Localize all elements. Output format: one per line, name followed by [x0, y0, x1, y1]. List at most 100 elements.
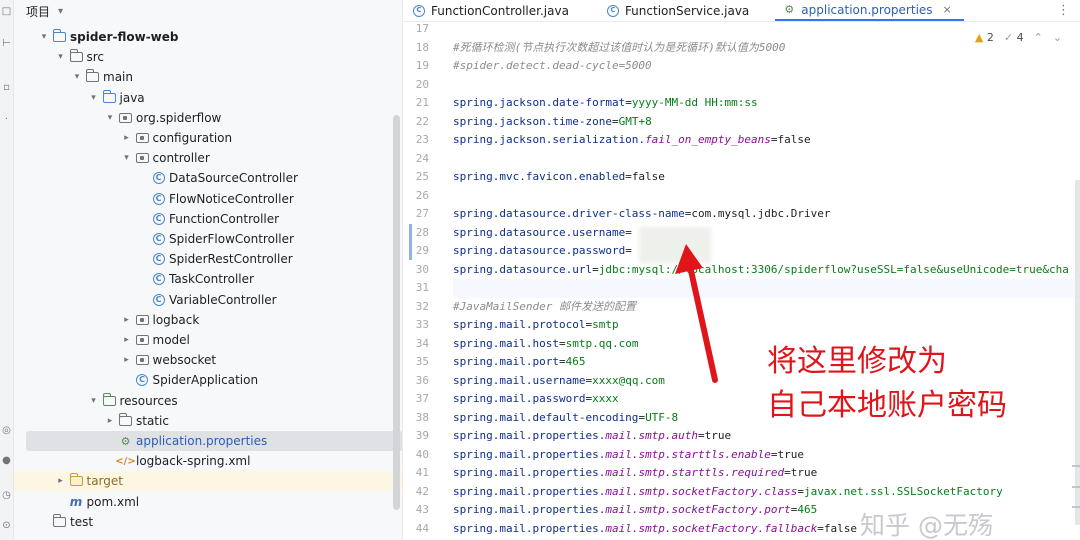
code-line[interactable]: spring.mail.host=smtp.qq.com [453, 335, 638, 354]
project-view-icon[interactable]: □ [1, 6, 12, 17]
line-number-gutter[interactable]: 17 18 19 20 21 22 23 24 25 26 27 28 29 30 31 32 33 34 35 36… [403, 22, 447, 540]
code-token: smtp [592, 318, 619, 331]
tree-item[interactable]: C VariableController [14, 290, 402, 310]
code-line[interactable]: #spider.detect.dead-cycle=5000 [453, 57, 652, 76]
tree-item[interactable]: ▾ controller [14, 148, 402, 168]
code-line[interactable]: #JavaMailSender 邮件发送的配置 [453, 298, 636, 317]
code-line[interactable]: spring.jackson.date-format=yyyy-MM-dd HH… [453, 94, 758, 113]
xml-file-icon: </> [115, 455, 136, 467]
code-line[interactable]: spring.jackson.time-zone=GMT+8 [453, 113, 652, 132]
chevron-down-icon[interactable]: ▾ [88, 396, 100, 406]
chevron-down-icon[interactable]: ▾ [58, 6, 63, 17]
tree-item[interactable]: ▾ spider-flow-web [14, 27, 402, 47]
chevron-right-icon[interactable]: ▸ [121, 355, 133, 365]
services-icon[interactable]: ◎ [1, 425, 12, 436]
code-line[interactable]: spring.mail.properties.mail.smtp.starttl… [453, 446, 804, 465]
tree-item[interactable]: ▸ static [14, 411, 402, 431]
chevron-right-icon[interactable]: ▸ [55, 476, 67, 486]
chevron-down-icon[interactable]: ▾ [121, 153, 133, 163]
run-icon[interactable]: ● [1, 455, 12, 466]
tree-item[interactable]: C FlowNoticeController [14, 189, 402, 209]
code-line[interactable]: spring.datasource.username= [453, 224, 632, 243]
close-icon[interactable]: × [943, 3, 952, 16]
code-token: = [698, 429, 705, 442]
code-line[interactable]: spring.mail.properties.mail.smtp.starttl… [453, 464, 817, 483]
chevron-right-icon[interactable]: ▸ [121, 133, 133, 143]
code-token: spring.mvc.favicon.enabled [453, 170, 626, 183]
code-area[interactable]: #死循环检测(节点执行次数超过该值时认为是死循环)默认值为5000 #spider… [453, 27, 1080, 540]
tree-item[interactable]: C SpiderFlowController [14, 229, 402, 249]
editor-tab[interactable]: ⚙ application.properties × [775, 0, 964, 21]
tree-item[interactable]: ▸ model [14, 330, 402, 350]
more-tools-icon[interactable]: · [1, 114, 12, 125]
code-line[interactable]: spring.mail.properties.mail.smtp.socketF… [453, 520, 857, 539]
code-line[interactable]: spring.mail.username=xxxx@qq.com [453, 372, 665, 391]
code-line[interactable]: spring.mail.password=xxxx [453, 390, 619, 409]
change-marker[interactable] [409, 223, 412, 242]
code-line[interactable]: spring.mail.properties.mail.smtp.socketF… [453, 501, 817, 520]
line-number: 33 [415, 318, 429, 331]
tree-item[interactable]: C FunctionController [14, 209, 402, 229]
tree-item[interactable]: ▸ logback [14, 310, 402, 330]
code-line[interactable]: spring.mail.properties.mail.smtp.auth=tr… [453, 427, 731, 446]
code-line[interactable]: spring.mail.default-encoding=UTF-8 [453, 409, 678, 428]
chevron-down-icon[interactable]: ▾ [104, 113, 116, 123]
code-line[interactable]: spring.mail.port=465 [453, 353, 585, 372]
tree-item[interactable]: ▾ resources [14, 391, 402, 411]
tree-item[interactable]: ▸ target [14, 471, 402, 492]
code-token: spring.mail.default-encoding [453, 410, 639, 424]
code-line[interactable]: spring.mail.properties.mail.smtp.socketF… [453, 483, 1003, 502]
tree-item[interactable]: C DataSourceController [14, 168, 402, 188]
tree-item[interactable]: ▾ java [14, 88, 402, 108]
line-number: 41 [415, 466, 429, 479]
code-token: = [784, 466, 791, 479]
tree-item[interactable]: ▸ configuration [14, 128, 402, 148]
tab-label: FunctionController.java [431, 3, 569, 18]
scroll-marker [1072, 506, 1080, 508]
tree-item[interactable]: m pom.xml [14, 492, 402, 512]
tree-item[interactable]: C SpiderRestController [14, 249, 402, 269]
code-line[interactable] [453, 279, 1080, 298]
project-panel-header[interactable]: 项目 ▾ [14, 0, 402, 22]
commit-icon[interactable]: ⊢ [1, 38, 12, 49]
line-number: 26 [415, 188, 429, 202]
terminal-icon[interactable]: ◷ [1, 490, 12, 501]
problems-icon[interactable]: ⊙ [1, 520, 12, 531]
chevron-down-icon[interactable]: ▾ [71, 72, 83, 82]
chevron-right-icon[interactable]: ▸ [121, 335, 133, 345]
code-token: mail.smtp.socketFactory.port [605, 503, 791, 516]
chevron-right-icon[interactable]: ▸ [121, 315, 133, 325]
editor-tab[interactable]: C FunctionService.java [599, 0, 761, 21]
code-line[interactable]: spring.datasource.password= [453, 242, 632, 261]
tree-item[interactable]: C SpiderApplication [14, 370, 402, 390]
code-line[interactable]: spring.mail.protocol=smtp [453, 316, 619, 335]
tree-item[interactable]: C TaskController [14, 269, 402, 289]
change-marker[interactable] [409, 242, 412, 260]
code-line[interactable]: spring.datasource.driver-class-name=com.… [453, 205, 831, 224]
tree-item[interactable]: ▾ src [14, 47, 402, 67]
tree-item[interactable]: ▾ main [14, 67, 402, 87]
code-line[interactable]: spring.mvc.favicon.enabled=false [453, 168, 665, 187]
code-token: spring.mail.properties. [453, 521, 606, 535]
chevron-right-icon[interactable]: ▸ [104, 416, 116, 426]
more-tabs-icon[interactable]: ⋮ [1057, 3, 1070, 18]
tree-item[interactable]: ▸ websocket [14, 350, 402, 370]
structure-icon[interactable]: ▫ [1, 82, 12, 93]
tree-item[interactable]: </> logback-spring.xml [14, 451, 402, 471]
chevron-down-icon[interactable]: ▾ [88, 93, 100, 103]
line-number: 38 [415, 410, 429, 424]
tree-item[interactable]: ⚙ application.properties [26, 431, 402, 451]
tree-item[interactable]: test [14, 512, 402, 532]
tree-item-label: static [136, 413, 169, 428]
tree-item-label: application.properties [136, 434, 268, 448]
code-line[interactable]: spring.datasource.url=jdbc:mysql://local… [453, 261, 1069, 280]
chevron-down-icon[interactable]: ▾ [38, 32, 50, 42]
editor-scrollbar[interactable] [1075, 180, 1080, 525]
code-line[interactable]: #死循环检测(节点执行次数超过该值时认为是死循环)默认值为5000 [453, 39, 785, 58]
chevron-down-icon[interactable]: ▾ [55, 52, 67, 62]
editor-tab[interactable]: C FunctionController.java [403, 0, 581, 21]
annotation-text: 将这里修改为 自己本地账户密码 [767, 340, 1007, 428]
tree-item[interactable]: ▾ org.spiderflow [14, 108, 402, 128]
code-line[interactable]: spring.jackson.serialization.fail_on_emp… [453, 131, 811, 150]
tree-item-label: model [152, 333, 190, 347]
